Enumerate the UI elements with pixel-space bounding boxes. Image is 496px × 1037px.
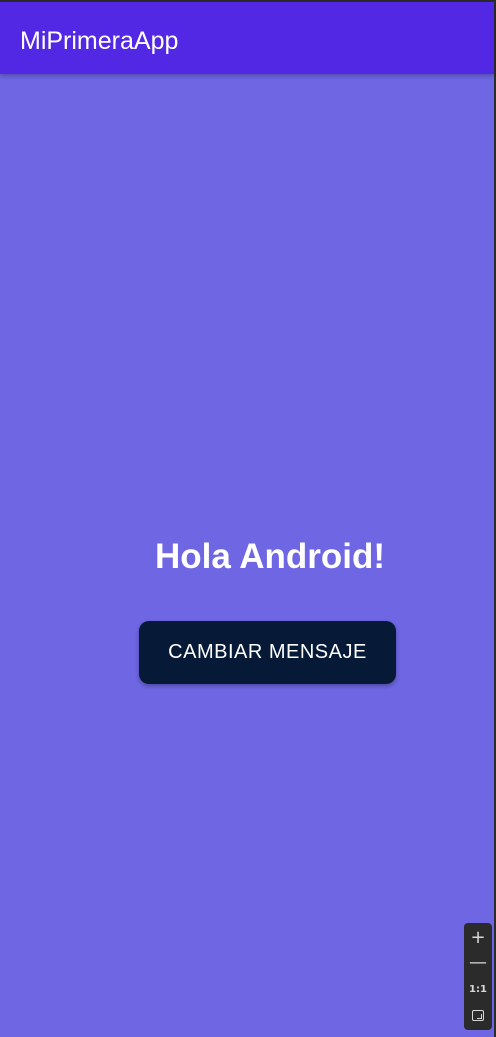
fit-screen-frame — [472, 1010, 484, 1021]
zoom-in-icon[interactable]: + — [464, 926, 492, 950]
message-text: Hola Android! — [155, 537, 386, 576]
fit-screen-icon[interactable] — [464, 1004, 492, 1028]
zoom-reset-button[interactable]: 1:1 — [464, 978, 492, 1002]
app-title: MiPrimeraApp — [20, 27, 179, 55]
change-message-button[interactable]: CAMBIAR MENSAJE — [139, 621, 396, 684]
zoom-toolbar: + — 1:1 — [464, 923, 492, 1030]
zoom-out-icon[interactable]: — — [464, 951, 492, 975]
main-content: Hola Android! CAMBIAR MENSAJE — [0, 74, 494, 1037]
app-bar: MiPrimeraApp — [0, 2, 494, 74]
fit-screen-corner — [477, 1014, 482, 1019]
